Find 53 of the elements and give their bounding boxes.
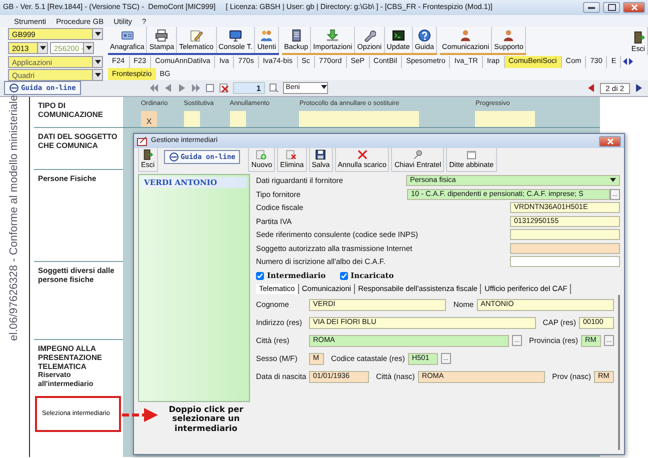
minimize-icon: [588, 6, 595, 9]
protocol-field[interactable]: [299, 110, 420, 127]
person-icon: [459, 29, 472, 42]
dropdown-arrow-icon: [37, 43, 47, 53]
page-field[interactable]: 1: [232, 82, 265, 94]
hint-text: Doppio click per selezionare un intermediario: [168, 405, 244, 434]
dropdown-arrow-icon: [83, 43, 93, 53]
maximize-button[interactable]: [603, 2, 620, 13]
next-icon[interactable]: [176, 83, 187, 93]
person-icon: [502, 29, 516, 42]
close-button[interactable]: [599, 136, 621, 146]
id-card-icon: [120, 29, 134, 42]
first-icon[interactable]: [148, 83, 159, 93]
people-icon: [260, 29, 274, 42]
close-button[interactable]: [623, 2, 645, 13]
cross-icon: [356, 149, 369, 160]
input-field[interactable]: [510, 242, 620, 254]
pencil-icon: [190, 29, 203, 42]
input-field[interactable]: [510, 256, 620, 268]
previous-page-icon[interactable]: [586, 83, 596, 93]
input-field[interactable]: [510, 229, 620, 240]
checkbox[interactable]: [256, 272, 264, 280]
server-icon: [290, 29, 303, 42]
exit-icon: [141, 149, 154, 160]
dropdown-arrow-icon: [92, 29, 102, 39]
save-icon: [314, 149, 328, 160]
dropdown-arrow-icon: [92, 57, 102, 67]
arrow: [122, 408, 158, 422]
maximize-icon: [608, 4, 616, 11]
download-icon: [326, 29, 340, 42]
next-page-icon[interactable]: [634, 83, 644, 93]
scroll-arrows-icon[interactable]: [623, 58, 634, 65]
copy-icon[interactable]: [204, 83, 215, 93]
checkbox[interactable]: [340, 272, 348, 280]
delete-icon[interactable]: [218, 83, 229, 93]
add-icon: [255, 149, 268, 160]
previous-icon[interactable]: [162, 83, 173, 93]
side-caption: el.06/97626328 - Conforme al modello ministeriale: [8, 95, 21, 341]
pin-icon: [411, 149, 424, 160]
delete-icon: [285, 149, 298, 160]
monitor-icon: [228, 29, 242, 42]
close-icon: [606, 138, 614, 144]
minimize-button[interactable]: [583, 2, 600, 13]
progressive-field[interactable]: [475, 110, 536, 127]
filter-icon[interactable]: [268, 83, 279, 93]
close-icon: [630, 4, 638, 11]
wrench-icon: [362, 29, 376, 42]
type-box[interactable]: X: [141, 110, 157, 127]
terminal-icon: [392, 29, 405, 42]
window-icon: [137, 136, 148, 146]
exit-icon: [632, 31, 645, 44]
window-icon: [464, 149, 478, 160]
last-icon[interactable]: [190, 83, 201, 93]
